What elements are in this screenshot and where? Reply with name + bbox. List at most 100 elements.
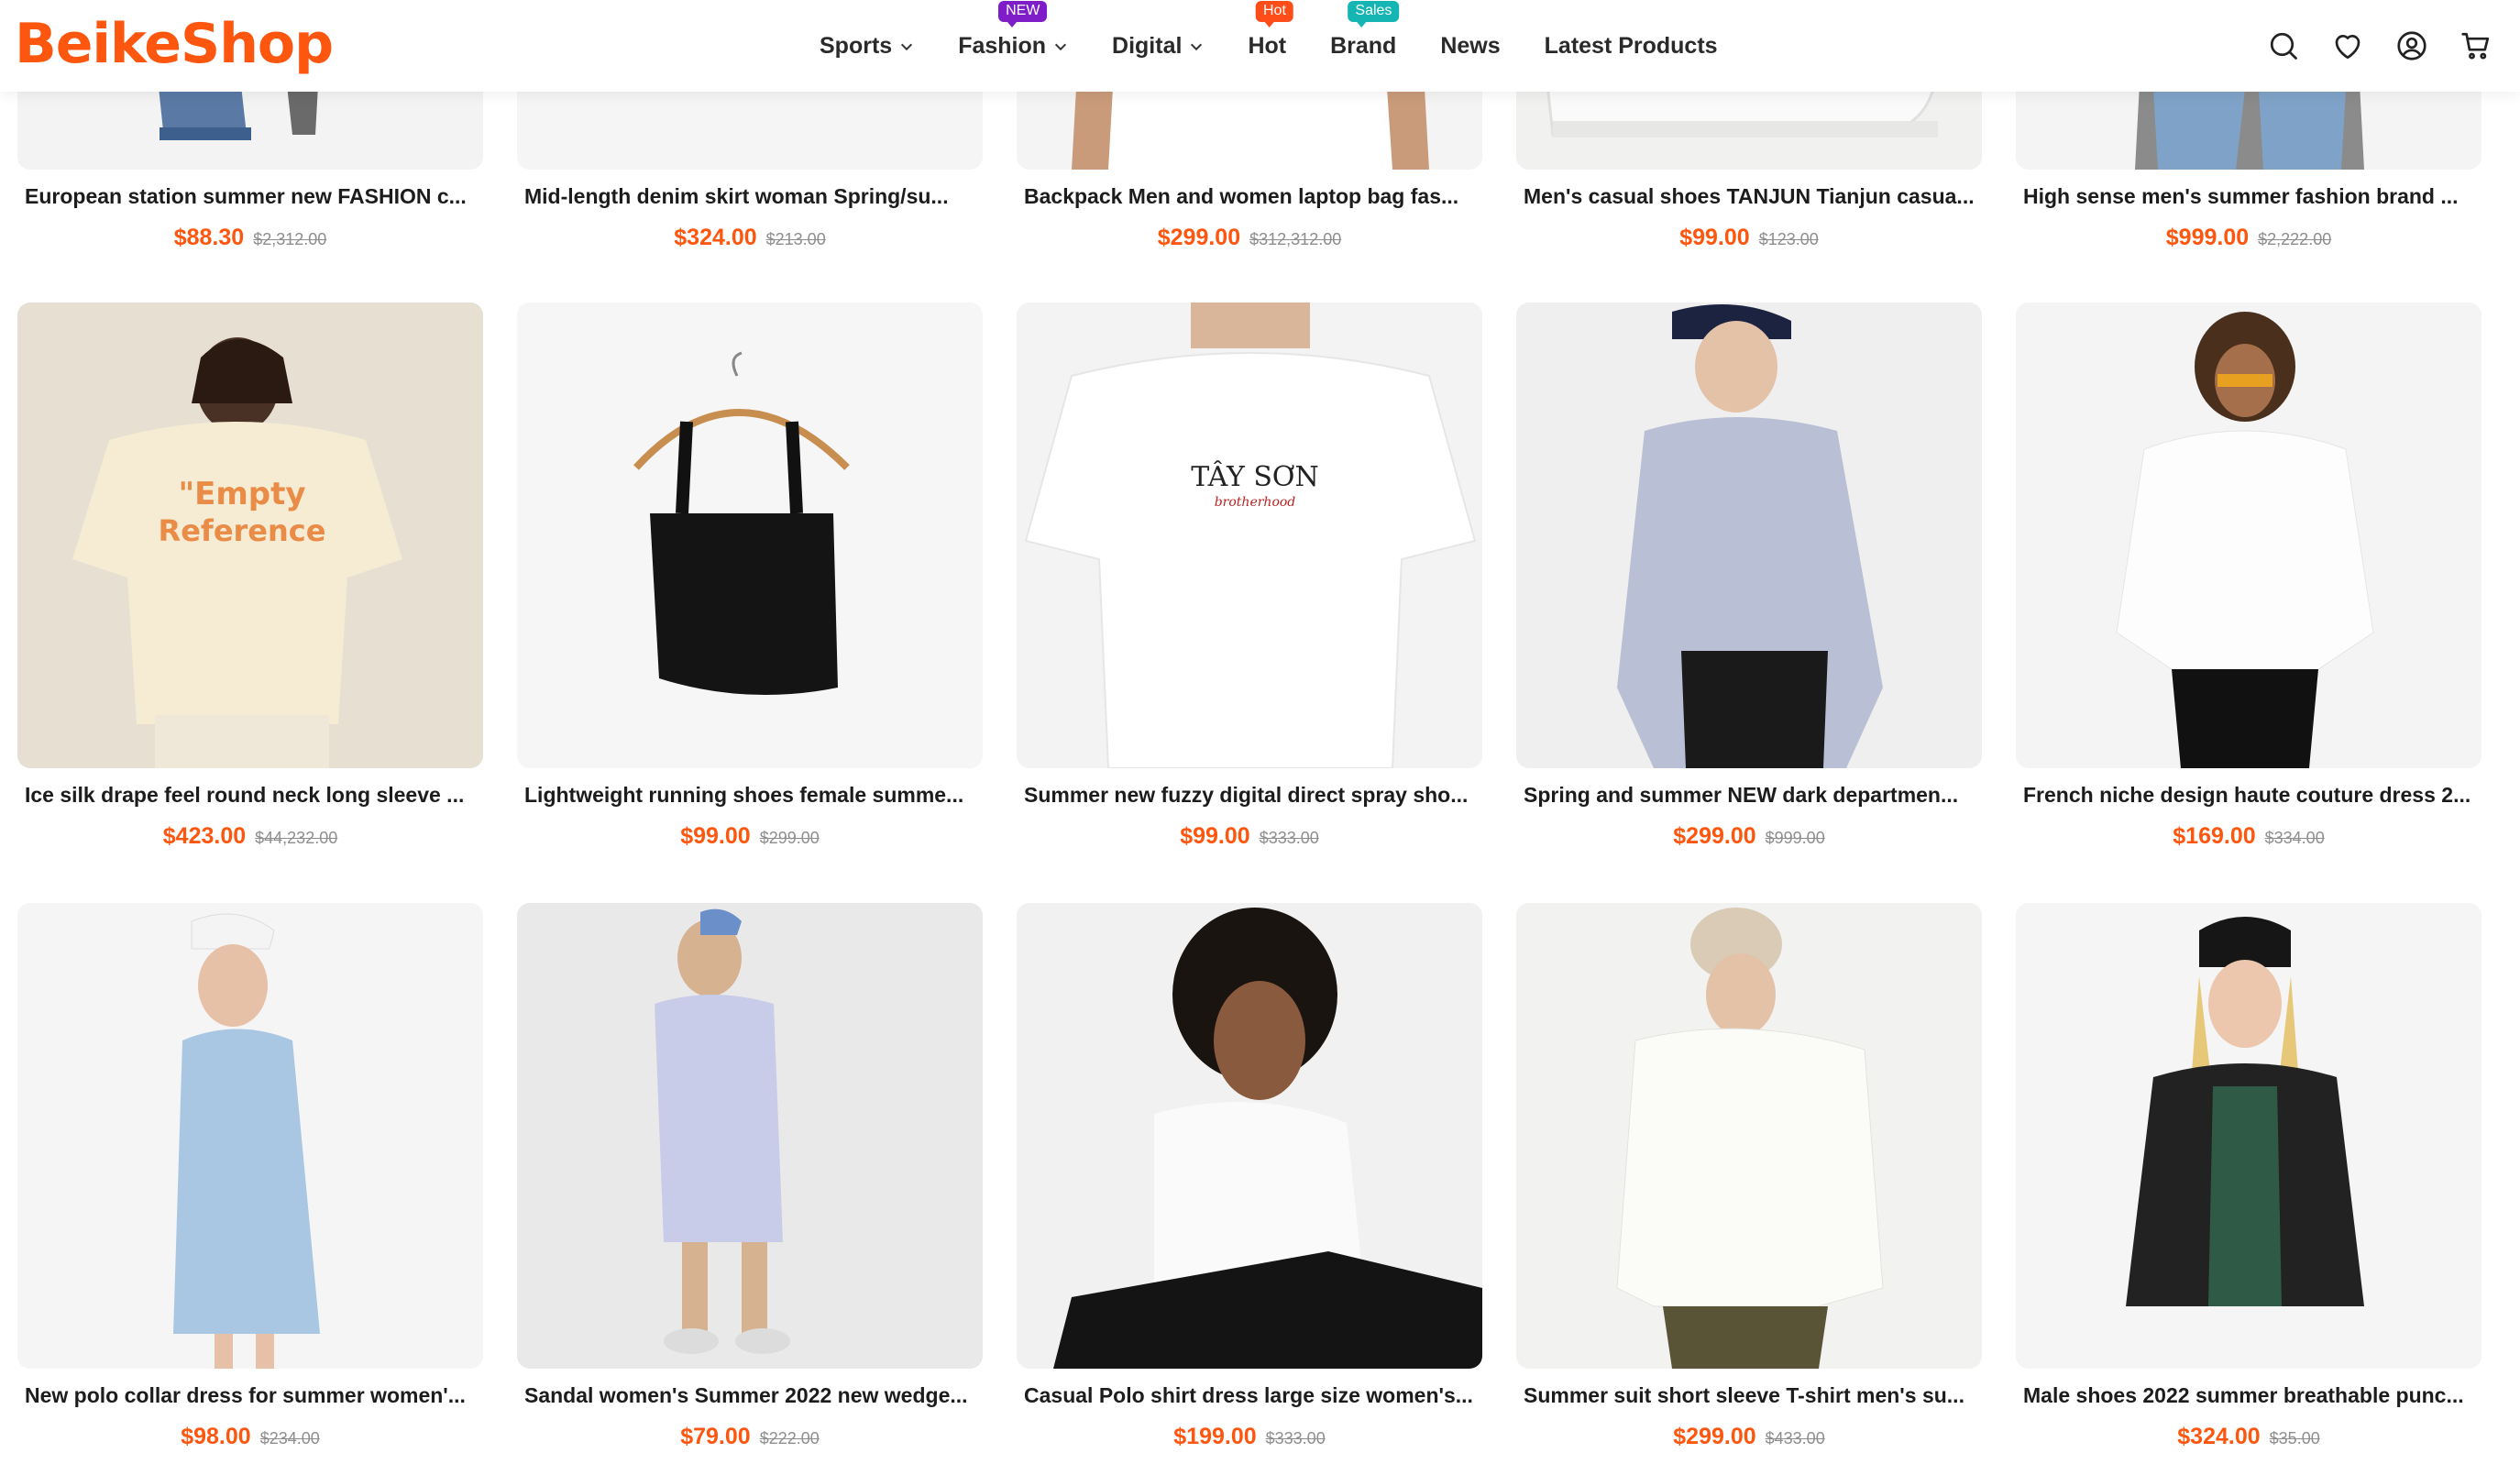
product-price: $423.00: [162, 823, 247, 849]
nav-item-label: Digital: [1112, 32, 1183, 59]
print-text: TÂY SƠN: [1191, 460, 1319, 493]
product-old-price: $2,222.00: [2258, 230, 2332, 248]
nav-item-fashion[interactable]: Fashion NEW: [936, 0, 1090, 92]
cart-icon[interactable]: [2459, 29, 2492, 62]
product-price-row: $423.00 $44,232.00: [17, 820, 483, 855]
product-price-row: $88.30 $2,312.00: [17, 222, 483, 257]
product-price-row: $999.00 $2,222.00: [2016, 222, 2481, 257]
product-old-price: $312,312.00: [1249, 230, 1342, 248]
product-image[interactable]: [2016, 903, 2481, 1369]
product-image[interactable]: [1017, 903, 1482, 1369]
product-price-row: $299.00 $433.00: [1516, 1421, 1982, 1456]
wishlist-heart-icon[interactable]: [2331, 29, 2364, 62]
product-image[interactable]: TÂY SƠN brotherhood: [1017, 303, 1482, 768]
product-grid: European station summer new FASHION c...…: [0, 0, 2520, 1464]
nav-item-label: Fashion: [958, 32, 1047, 59]
product-price: $199.00: [1173, 1424, 1257, 1449]
product-image[interactable]: "Empty Reference: [17, 303, 483, 768]
product-image[interactable]: [1516, 903, 1982, 1369]
product-name[interactable]: Backpack Men and women laptop bag fas...: [1024, 182, 1475, 210]
product-old-price: $222.00: [759, 1429, 820, 1447]
brand-logo[interactable]: BeikeShop: [15, 7, 334, 81]
nav-item-label: Sports: [820, 32, 893, 59]
product-name[interactable]: Sandal women's Summer 2022 new wedge...: [524, 1381, 975, 1409]
product-price: $98.00: [181, 1424, 251, 1449]
product-price-row: $99.00 $123.00: [1516, 222, 1982, 257]
chevron-down-icon: [1191, 43, 1203, 51]
product-price-row: $324.00 $213.00: [517, 222, 983, 257]
print-text: Reference: [159, 513, 326, 548]
product-price: $324.00: [674, 225, 757, 250]
product-price-row: $324.00 $35.00: [2016, 1421, 2481, 1456]
product-price: $99.00: [1180, 823, 1250, 849]
product-name[interactable]: Casual Polo shirt dress large size women…: [1024, 1381, 1475, 1409]
product-image[interactable]: [2016, 303, 2481, 768]
site-header: BeikeShop Sports Fashion NEW Digital Hot Hot B…: [0, 0, 2520, 92]
nav-item-digital[interactable]: Digital: [1090, 0, 1226, 92]
nav-item-hot[interactable]: Hot Hot: [1226, 0, 1308, 92]
nav-item-sports[interactable]: Sports: [798, 0, 936, 92]
nav-badge-sales: Sales: [1348, 1, 1400, 28]
product-name[interactable]: Lightweight running shoes female summe..…: [524, 781, 975, 809]
product-old-price: $433.00: [1765, 1429, 1825, 1447]
main-nav: Sports Fashion NEW Digital Hot Hot Brand Sales N…: [798, 0, 1740, 92]
product-price-row: $79.00 $222.00: [517, 1421, 983, 1456]
product-name[interactable]: Spring and summer NEW dark departmen...: [1524, 781, 1975, 809]
product-image[interactable]: [1516, 303, 1982, 768]
product-old-price: $999.00: [1765, 829, 1825, 847]
product-old-price: $35.00: [2269, 1429, 2320, 1447]
product-name[interactable]: Male shoes 2022 summer breathable punc..…: [2023, 1381, 2474, 1409]
product-price: $88.30: [173, 225, 245, 250]
nav-item-label: News: [1440, 32, 1501, 59]
product-name[interactable]: New polo collar dress for summer women'.…: [25, 1381, 476, 1409]
product-price: $999.00: [2165, 225, 2250, 250]
nav-item-label: Brand: [1330, 32, 1397, 59]
product-price: $79.00: [680, 1424, 751, 1449]
product-name[interactable]: Summer new fuzzy digital direct spray sh…: [1024, 781, 1475, 809]
product-price: $324.00: [2177, 1424, 2261, 1449]
product-name[interactable]: Men's casual shoes TANJUN Tianjun casua.…: [1524, 182, 1975, 210]
product-name[interactable]: High sense men's summer fashion brand ..…: [2023, 182, 2474, 210]
product-name[interactable]: Mid-length denim skirt woman Spring/su..…: [524, 182, 975, 210]
product-name[interactable]: Summer suit short sleeve T-shirt men's s…: [1524, 1381, 1975, 1409]
product-price-row: $98.00 $234.00: [17, 1421, 483, 1456]
product-old-price: $213.00: [765, 230, 826, 248]
product-price-row: $99.00 $333.00: [1017, 820, 1482, 855]
product-price: $299.00: [1157, 225, 1241, 250]
product-price-row: $169.00 $334.00: [2016, 820, 2481, 855]
product-price-row: $299.00 $312,312.00: [1017, 222, 1482, 257]
product-price: $299.00: [1673, 823, 1756, 849]
nav-badge-hot: Hot: [1255, 1, 1293, 28]
product-old-price: $123.00: [1758, 230, 1819, 248]
product-old-price: $299.00: [759, 829, 820, 847]
nav-item-latest-products[interactable]: Latest Products: [1523, 0, 1740, 92]
search-icon[interactable]: [2267, 29, 2300, 62]
product-name[interactable]: Ice silk drape feel round neck long slee…: [25, 781, 476, 809]
print-text: "Empty: [178, 476, 305, 512]
account-icon[interactable]: [2395, 29, 2428, 62]
product-old-price: $333.00: [1265, 1429, 1326, 1447]
product-image[interactable]: [17, 903, 483, 1369]
product-price: $169.00: [2173, 823, 2256, 849]
product-price-row: $199.00 $333.00: [1017, 1421, 1482, 1456]
product-price: $299.00: [1673, 1424, 1756, 1449]
nav-item-label: Hot: [1248, 32, 1287, 59]
product-price-row: $99.00 $299.00: [517, 820, 983, 855]
chevron-down-icon: [1054, 43, 1067, 51]
product-image[interactable]: [517, 903, 983, 1369]
product-name[interactable]: European station summer new FASHION c...: [25, 182, 476, 210]
header-actions: [2267, 0, 2492, 92]
nav-badge-new: NEW: [998, 1, 1048, 28]
nav-item-news[interactable]: News: [1418, 0, 1522, 92]
product-price: $99.00: [1679, 225, 1750, 250]
product-price-row: $299.00 $999.00: [1516, 820, 1982, 855]
nav-item-brand[interactable]: Brand Sales: [1308, 0, 1418, 92]
product-old-price: $333.00: [1259, 829, 1319, 847]
product-old-price: $44,232.00: [255, 829, 338, 847]
product-old-price: $2,312.00: [253, 230, 327, 248]
product-name[interactable]: French niche design haute couture dress …: [2023, 781, 2474, 809]
product-image[interactable]: [517, 303, 983, 768]
product-price: $99.00: [680, 823, 751, 849]
nav-item-label: Latest Products: [1544, 32, 1718, 59]
print-text: brotherhood: [1215, 495, 1296, 510]
